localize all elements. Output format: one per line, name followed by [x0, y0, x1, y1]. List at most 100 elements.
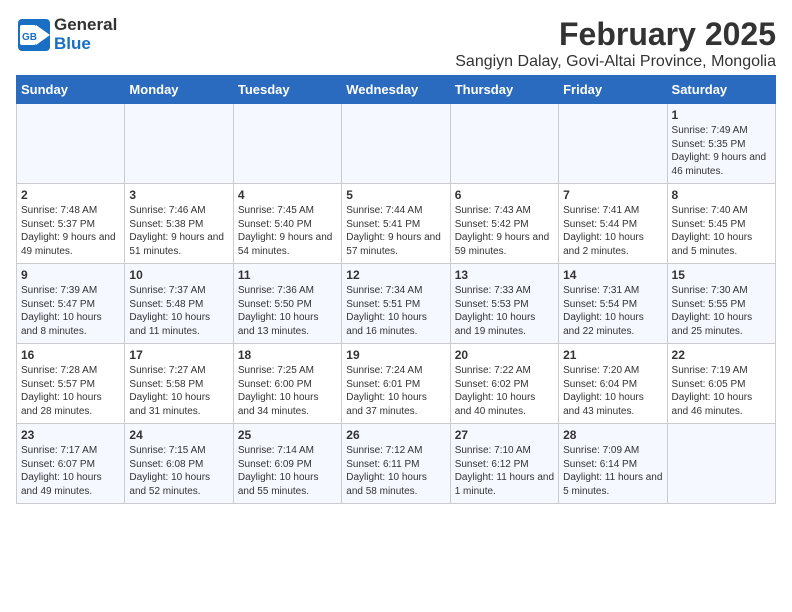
logo-icon: GB: [16, 17, 52, 53]
col-header-sunday: Sunday: [17, 76, 125, 104]
calendar-week-row: 2 Sunrise: 7:48 AM Sunset: 5:37 PM Daylig…: [17, 184, 776, 264]
day-number: 25: [238, 428, 337, 442]
calendar-cell: 22 Sunrise: 7:19 AM Sunset: 6:05 PM Dayli…: [667, 344, 775, 424]
col-header-thursday: Thursday: [450, 76, 558, 104]
calendar-cell: 8Sunrise: 7:40 AM Sunset: 5:45 PM Daylig…: [667, 184, 775, 264]
day-info: Sunrise: 7:41 AM Sunset: 5:44 PM Dayligh…: [563, 204, 662, 258]
calendar-cell: 28 Sunrise: 7:09 AM Sunset: 6:14 PM Dayli…: [559, 424, 667, 504]
day-info: Sunrise: 7:14 AM Sunset: 6:09 PM Dayligh…: [238, 444, 337, 498]
day-number: 17: [129, 348, 228, 362]
col-header-tuesday: Tuesday: [233, 76, 341, 104]
logo: GB General Blue: [16, 16, 117, 53]
day-info: Sunrise: 7:28 AM Sunset: 5:57 PM Dayligh…: [21, 364, 120, 418]
day-number: 2: [21, 188, 120, 202]
day-number: 28: [563, 428, 662, 442]
day-info: Sunrise: 7:10 AM Sunset: 6:12 PM Dayligh…: [455, 444, 554, 498]
calendar-cell: 24 Sunrise: 7:15 AM Sunset: 6:08 PM Dayli…: [125, 424, 233, 504]
day-number: 21: [563, 348, 662, 362]
location-title: Sangiyn Dalay, Govi-Altai Province, Mong…: [455, 53, 776, 71]
calendar-cell: [667, 424, 775, 504]
col-header-friday: Friday: [559, 76, 667, 104]
svg-text:GB: GB: [22, 32, 37, 43]
month-title: February 2025: [455, 16, 776, 53]
day-info: Sunrise: 7:17 AM Sunset: 6:07 PM Dayligh…: [21, 444, 120, 498]
day-info: Sunrise: 7:24 AM Sunset: 6:01 PM Dayligh…: [346, 364, 445, 418]
calendar-cell: [342, 104, 450, 184]
day-number: 26: [346, 428, 445, 442]
header: GB General Blue February 2025 Sangiyn Da…: [16, 16, 776, 71]
calendar-cell: 3 Sunrise: 7:46 AM Sunset: 5:38 PM Daylig…: [125, 184, 233, 264]
day-info: Sunrise: 7:37 AM Sunset: 5:48 PM Dayligh…: [129, 284, 228, 338]
calendar-cell: 7 Sunrise: 7:41 AM Sunset: 5:44 PM Daylig…: [559, 184, 667, 264]
day-number: 19: [346, 348, 445, 362]
col-header-monday: Monday: [125, 76, 233, 104]
calendar-cell: 5 Sunrise: 7:44 AM Sunset: 5:41 PM Daylig…: [342, 184, 450, 264]
day-number: 1: [672, 108, 771, 122]
day-number: 12: [346, 268, 445, 282]
day-number: 20: [455, 348, 554, 362]
calendar-cell: 25 Sunrise: 7:14 AM Sunset: 6:09 PM Dayli…: [233, 424, 341, 504]
day-number: 14: [563, 268, 662, 282]
calendar-cell: [559, 104, 667, 184]
day-info: Sunrise: 7:34 AM Sunset: 5:51 PM Dayligh…: [346, 284, 445, 338]
calendar-cell: [233, 104, 341, 184]
day-number: 7: [563, 188, 662, 202]
day-number: 27: [455, 428, 554, 442]
logo-blue: Blue: [54, 35, 117, 54]
day-number: 3: [129, 188, 228, 202]
day-number: 4: [238, 188, 337, 202]
day-info: Sunrise: 7:25 AM Sunset: 6:00 PM Dayligh…: [238, 364, 337, 418]
day-number: 5: [346, 188, 445, 202]
day-number: 10: [129, 268, 228, 282]
calendar-cell: 2 Sunrise: 7:48 AM Sunset: 5:37 PM Daylig…: [17, 184, 125, 264]
day-info: Sunrise: 7:43 AM Sunset: 5:42 PM Dayligh…: [455, 204, 554, 258]
calendar-cell: [125, 104, 233, 184]
day-info: Sunrise: 7:39 AM Sunset: 5:47 PM Dayligh…: [21, 284, 120, 338]
day-info: Sunrise: 7:46 AM Sunset: 5:38 PM Dayligh…: [129, 204, 228, 258]
calendar-week-row: 1 Sunrise: 7:49 AM Sunset: 5:35 PM Daylig…: [17, 104, 776, 184]
day-info: Sunrise: 7:48 AM Sunset: 5:37 PM Dayligh…: [21, 204, 120, 258]
calendar-cell: 13 Sunrise: 7:33 AM Sunset: 5:53 PM Dayli…: [450, 264, 558, 344]
calendar-cell: 14 Sunrise: 7:31 AM Sunset: 5:54 PM Dayli…: [559, 264, 667, 344]
day-info: Sunrise: 7:19 AM Sunset: 6:05 PM Dayligh…: [672, 364, 771, 418]
day-number: 22: [672, 348, 771, 362]
day-info: Sunrise: 7:36 AM Sunset: 5:50 PM Dayligh…: [238, 284, 337, 338]
calendar-cell: 26Sunrise: 7:12 AM Sunset: 6:11 PM Dayli…: [342, 424, 450, 504]
day-number: 23: [21, 428, 120, 442]
calendar-cell: 19 Sunrise: 7:24 AM Sunset: 6:01 PM Dayli…: [342, 344, 450, 424]
day-number: 18: [238, 348, 337, 362]
day-number: 6: [455, 188, 554, 202]
day-number: 13: [455, 268, 554, 282]
day-number: 15: [672, 268, 771, 282]
day-number: 11: [238, 268, 337, 282]
calendar-cell: 4 Sunrise: 7:45 AM Sunset: 5:40 PM Daylig…: [233, 184, 341, 264]
calendar-week-row: 16 Sunrise: 7:28 AM Sunset: 5:57 PM Dayli…: [17, 344, 776, 424]
day-info: Sunrise: 7:49 AM Sunset: 5:35 PM Dayligh…: [672, 124, 771, 178]
calendar-cell: 10 Sunrise: 7:37 AM Sunset: 5:48 PM Dayli…: [125, 264, 233, 344]
day-number: 16: [21, 348, 120, 362]
col-header-saturday: Saturday: [667, 76, 775, 104]
day-info: Sunrise: 7:30 AM Sunset: 5:55 PM Dayligh…: [672, 284, 771, 338]
calendar-cell: 16 Sunrise: 7:28 AM Sunset: 5:57 PM Dayli…: [17, 344, 125, 424]
day-info: Sunrise: 7:31 AM Sunset: 5:54 PM Dayligh…: [563, 284, 662, 338]
day-info: Sunrise: 7:45 AM Sunset: 5:40 PM Dayligh…: [238, 204, 337, 258]
calendar-cell: 17Sunrise: 7:27 AM Sunset: 5:58 PM Dayli…: [125, 344, 233, 424]
day-number: 24: [129, 428, 228, 442]
day-number: 8: [672, 188, 771, 202]
calendar-cell: 15 Sunrise: 7:30 AM Sunset: 5:55 PM Dayli…: [667, 264, 775, 344]
calendar-cell: 27 Sunrise: 7:10 AM Sunset: 6:12 PM Dayli…: [450, 424, 558, 504]
day-info: Sunrise: 7:20 AM Sunset: 6:04 PM Dayligh…: [563, 364, 662, 418]
logo-general: General: [54, 16, 117, 35]
col-header-wednesday: Wednesday: [342, 76, 450, 104]
day-number: 9: [21, 268, 120, 282]
title-area: February 2025 Sangiyn Dalay, Govi-Altai …: [455, 16, 776, 71]
calendar-cell: 20Sunrise: 7:22 AM Sunset: 6:02 PM Dayli…: [450, 344, 558, 424]
day-info: Sunrise: 7:15 AM Sunset: 6:08 PM Dayligh…: [129, 444, 228, 498]
calendar-cell: 6 Sunrise: 7:43 AM Sunset: 5:42 PM Daylig…: [450, 184, 558, 264]
day-info: Sunrise: 7:09 AM Sunset: 6:14 PM Dayligh…: [563, 444, 662, 498]
calendar-cell: 12 Sunrise: 7:34 AM Sunset: 5:51 PM Dayli…: [342, 264, 450, 344]
day-info: Sunrise: 7:44 AM Sunset: 5:41 PM Dayligh…: [346, 204, 445, 258]
day-info: Sunrise: 7:33 AM Sunset: 5:53 PM Dayligh…: [455, 284, 554, 338]
calendar-cell: 21 Sunrise: 7:20 AM Sunset: 6:04 PM Dayli…: [559, 344, 667, 424]
calendar-cell: 23 Sunrise: 7:17 AM Sunset: 6:07 PM Dayli…: [17, 424, 125, 504]
